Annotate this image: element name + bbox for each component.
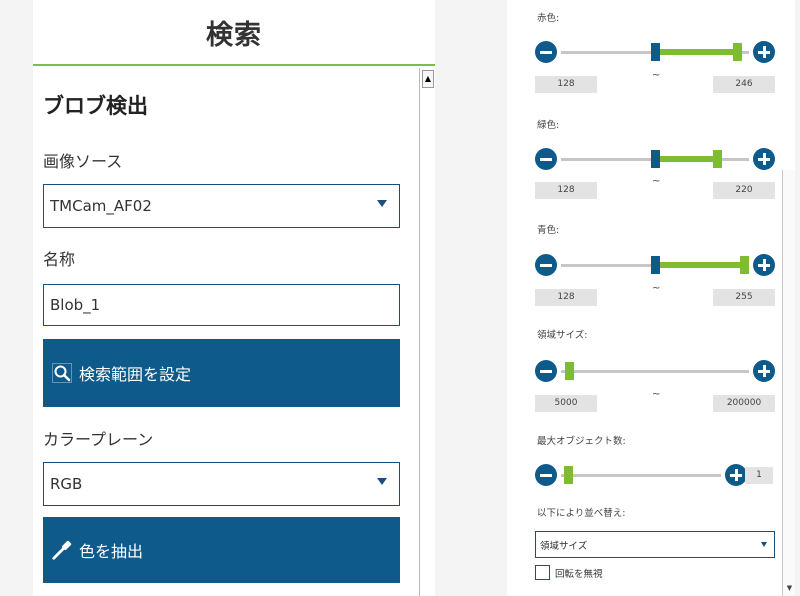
image-source-select[interactable]: TMCam_AF02: [43, 184, 400, 228]
slider-high-handle[interactable]: [564, 362, 574, 380]
slider-low-handle[interactable]: [650, 150, 660, 168]
range-separator: ~: [652, 283, 661, 294]
ignore-rotation-row[interactable]: 回転を無視: [535, 565, 603, 580]
extract-color-label: 色を抽出: [79, 542, 144, 561]
ignore-rotation-label: 回転を無視: [555, 568, 603, 580]
green-range-slider[interactable]: [535, 148, 775, 170]
decrement-icon[interactable]: [535, 464, 557, 486]
increment-icon[interactable]: [753, 254, 775, 276]
max-objects-slider[interactable]: [535, 464, 747, 486]
area-size-min-value[interactable]: 5000: [535, 395, 597, 412]
dropdown-caret-icon: [377, 200, 387, 207]
slider-low-handle[interactable]: [650, 256, 660, 274]
slider-track[interactable]: [561, 473, 721, 477]
range-separator: ~: [652, 70, 661, 81]
blue-range-slider[interactable]: [535, 254, 775, 276]
blue-max-value[interactable]: 255: [713, 289, 775, 306]
dropdown-caret-icon: [377, 478, 387, 485]
increment-icon[interactable]: [753, 41, 775, 63]
max-objects-label: 最大オブジェクト数:: [537, 436, 626, 447]
scroll-up-icon[interactable]: ▲: [422, 70, 434, 88]
increment-icon[interactable]: [725, 464, 747, 486]
slider-high-handle[interactable]: [740, 256, 749, 274]
right-scrollbar[interactable]: ▼: [782, 170, 795, 596]
slider-high-handle[interactable]: [713, 150, 723, 168]
name-input[interactable]: Blob_1: [43, 284, 400, 326]
decrement-icon[interactable]: [535, 254, 557, 276]
green-label: 緑色:: [537, 120, 560, 131]
image-source-label: 画像ソース: [43, 152, 123, 171]
slider-fill: [655, 49, 738, 55]
scroll-down-icon[interactable]: ▼: [785, 584, 794, 594]
panel-title: 検索: [206, 19, 262, 51]
slider-track[interactable]: [561, 369, 749, 373]
color-settings-panel: 赤色: 128 ~ 246 緑色: 128 ~ 220 青色: 128 ~ 25…: [507, 0, 795, 596]
slider-low-handle[interactable]: [650, 43, 660, 61]
color-plane-select[interactable]: RGB: [43, 462, 400, 506]
red-range-slider[interactable]: [535, 41, 775, 63]
eyedropper-icon: [51, 539, 73, 561]
blue-label: 青色:: [537, 225, 560, 236]
sort-select-value: 領域サイズ: [540, 540, 588, 552]
area-size-max-value[interactable]: 200000: [713, 395, 775, 412]
red-label: 赤色:: [537, 13, 560, 24]
search-panel: 検索 ブロブ検出 画像ソース TMCam_AF02 名称 Blob_1 検索範囲…: [33, 0, 435, 596]
extract-color-button[interactable]: 色を抽出: [43, 517, 400, 583]
decrement-icon[interactable]: [535, 360, 557, 382]
search-icon: [51, 362, 73, 384]
decrement-icon[interactable]: [535, 148, 557, 170]
name-label: 名称: [43, 250, 76, 269]
dropdown-caret-icon: [761, 542, 767, 547]
green-min-value[interactable]: 128: [535, 182, 597, 199]
red-max-value[interactable]: 246: [713, 76, 775, 93]
image-source-value: TMCam_AF02: [50, 197, 152, 215]
blue-min-value[interactable]: 128: [535, 289, 597, 306]
color-plane-value: RGB: [50, 475, 83, 493]
set-search-range-button[interactable]: 検索範囲を設定: [43, 339, 400, 407]
range-separator: ~: [652, 176, 661, 187]
sort-select[interactable]: 領域サイズ: [535, 531, 775, 558]
range-separator: ~: [652, 389, 661, 400]
area-size-label: 領域サイズ:: [537, 330, 588, 341]
increment-icon[interactable]: [753, 360, 775, 382]
left-scrollbar[interactable]: ▲: [419, 68, 435, 596]
red-min-value[interactable]: 128: [535, 76, 597, 93]
ignore-rotation-checkbox[interactable]: [535, 565, 550, 580]
color-plane-label: カラープレーン: [43, 430, 154, 449]
green-max-value[interactable]: 220: [713, 182, 775, 199]
set-search-range-label: 検索範囲を設定: [79, 365, 192, 384]
slider-fill: [655, 156, 718, 162]
decrement-icon[interactable]: [535, 41, 557, 63]
sort-label: 以下により並べ替え:: [537, 508, 626, 519]
slider-high-handle[interactable]: [732, 43, 742, 61]
slider-fill: [655, 262, 745, 268]
section-title: ブロブ検出: [43, 94, 148, 118]
slider-handle[interactable]: [564, 466, 574, 484]
name-input-value: Blob_1: [50, 296, 101, 314]
area-size-range-slider[interactable]: [535, 360, 775, 382]
increment-icon[interactable]: [753, 148, 775, 170]
max-objects-value[interactable]: 1: [745, 467, 773, 484]
panel-header: 検索: [33, 0, 435, 66]
